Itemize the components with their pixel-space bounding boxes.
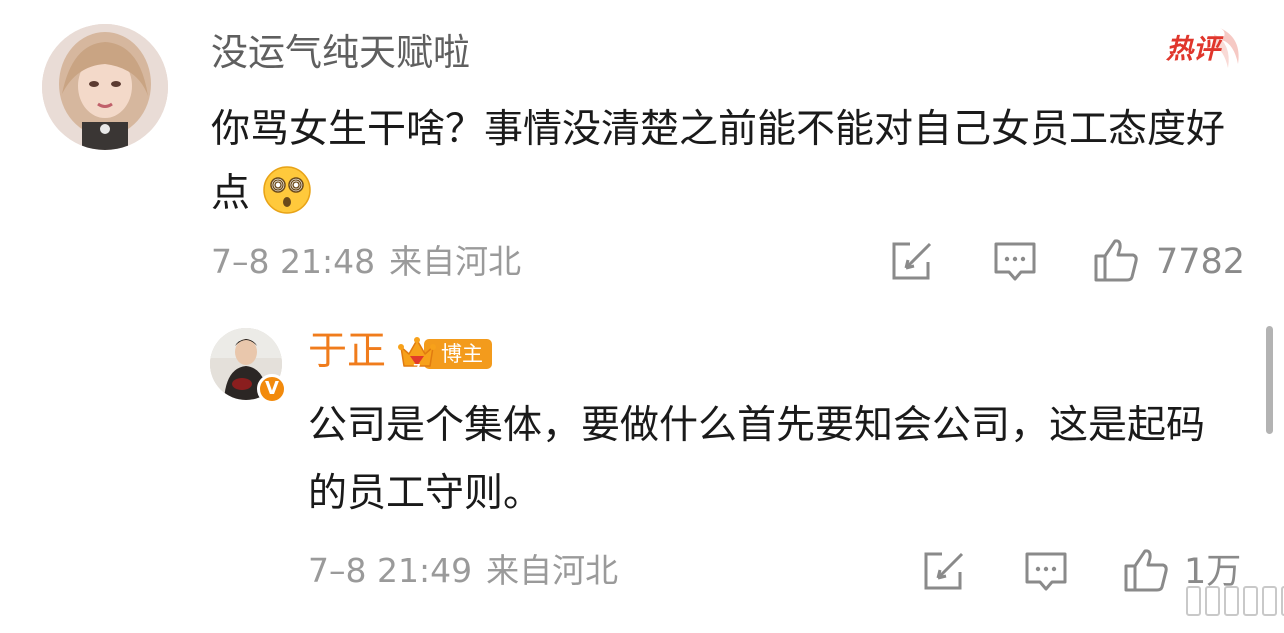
reply-body: 公司是个集体，要做什么首先要知会公司，这是起码的员工守则。: [308, 403, 1206, 516]
watermark: [1186, 586, 1284, 616]
edit-icon: [924, 552, 964, 590]
comment-text: 你骂女生干啥？事情没清楚之前能不能对自己女员工态度好点: [211, 107, 1226, 216]
reply-comment-button[interactable]: [1024, 550, 1068, 594]
reply-meta: 7–8 21:49 来自河北: [308, 549, 632, 593]
repost-button[interactable]: [890, 240, 934, 282]
like-count: 7782: [1156, 242, 1246, 282]
comment-bubble-icon: [1025, 552, 1067, 591]
like-button[interactable]: [1092, 236, 1140, 284]
dizzy-face-emoji-icon: [262, 165, 312, 215]
comment-body: 你骂女生干啥？事情没清楚之前能不能对自己女员工态度好点: [211, 98, 1251, 226]
comment-time: 7–8 21:48: [211, 242, 376, 281]
comment-bubble-icon: [994, 242, 1036, 281]
edit-icon: [892, 242, 932, 280]
reply-time: 7–8 21:49: [308, 551, 473, 590]
reply-repost-button[interactable]: [922, 550, 966, 592]
reply-like-button[interactable]: [1122, 546, 1170, 594]
crown-icon: 7: [398, 337, 436, 374]
replier-username[interactable]: 于正: [308, 326, 386, 378]
thumbs-up-icon: [1124, 549, 1168, 592]
scrollbar-thumb[interactable]: [1266, 326, 1273, 434]
comment-button[interactable]: [993, 240, 1037, 284]
hot-comment-badge: 热评: [1162, 24, 1244, 74]
svg-text:7: 7: [413, 362, 421, 374]
comment-thread: 没运气纯天赋啦 热评 你骂女生干啥？事情没清楚之前能不能对自己女员工态度好点 7…: [0, 0, 1284, 633]
comment-location: 来自河北: [389, 242, 522, 281]
thumbs-up-icon: [1094, 239, 1138, 282]
blogger-badge: 博主 7: [398, 334, 494, 374]
comment-meta: 7–8 21:48 来自河北: [211, 240, 535, 284]
commenter-username[interactable]: 没运气纯天赋啦: [211, 28, 470, 78]
verified-badge-icon: V: [257, 374, 287, 404]
reply-location: 来自河北: [486, 551, 619, 590]
commenter-avatar[interactable]: [42, 24, 168, 150]
hot-comment-label: 热评: [1166, 34, 1220, 65]
